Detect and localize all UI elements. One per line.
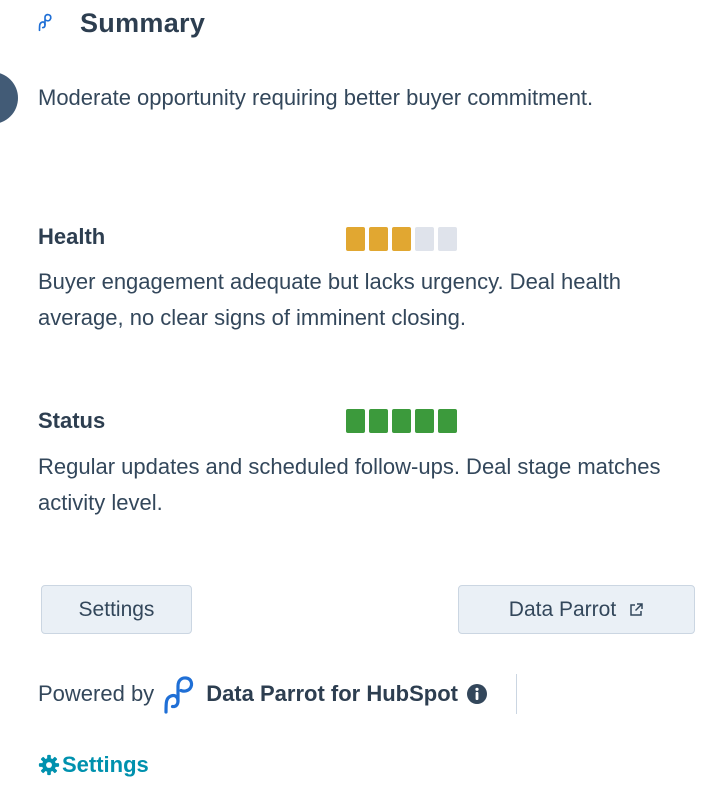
status-description: Regular updates and scheduled follow-ups… <box>38 454 661 515</box>
divider <box>515 674 517 714</box>
footer-settings-link[interactable]: Settings <box>38 752 149 778</box>
status-meter <box>346 409 457 433</box>
health-meter-segment <box>392 227 411 251</box>
data-parrot-logo-icon <box>164 676 194 714</box>
status-meter-segment <box>415 409 434 433</box>
status-label: Status <box>38 408 106 433</box>
health-meter-segment <box>415 227 434 251</box>
health-label: Health <box>38 224 106 249</box>
data-parrot-button-label: Data Parrot <box>508 597 617 621</box>
status-meter-segment <box>438 409 457 433</box>
gear-icon <box>38 754 60 776</box>
health-meter-segment <box>369 227 388 251</box>
status-meter-segment <box>369 409 388 433</box>
summary-text: Moderate opportunity requiring better bu… <box>38 85 594 110</box>
data-parrot-button[interactable]: Data Parrot <box>458 585 695 634</box>
health-meter <box>346 227 457 251</box>
section-title: Summary <box>80 7 206 38</box>
status-meter-segment <box>346 409 365 433</box>
data-parrot-logo-icon <box>38 13 52 32</box>
external-link-icon <box>630 602 643 616</box>
card-header: Summary <box>34 6 205 40</box>
health-description: Buyer engagement adequate but lacks urge… <box>38 269 621 330</box>
brand-link[interactable]: Data Parrot for HubSpot <box>206 681 458 707</box>
status-meter-segment <box>392 409 411 433</box>
avatar <box>0 72 18 124</box>
settings-button[interactable]: Settings <box>41 585 192 634</box>
info-icon[interactable] <box>466 683 488 705</box>
health-meter-segment <box>438 227 457 251</box>
powered-by-text: Powered by <box>38 681 155 706</box>
health-meter-segment <box>346 227 365 251</box>
powered-by-row: Powered by Data Parrot for HubSpot <box>38 672 517 716</box>
settings-button-label: Settings <box>78 597 155 621</box>
footer-settings-label: Settings <box>62 752 149 777</box>
